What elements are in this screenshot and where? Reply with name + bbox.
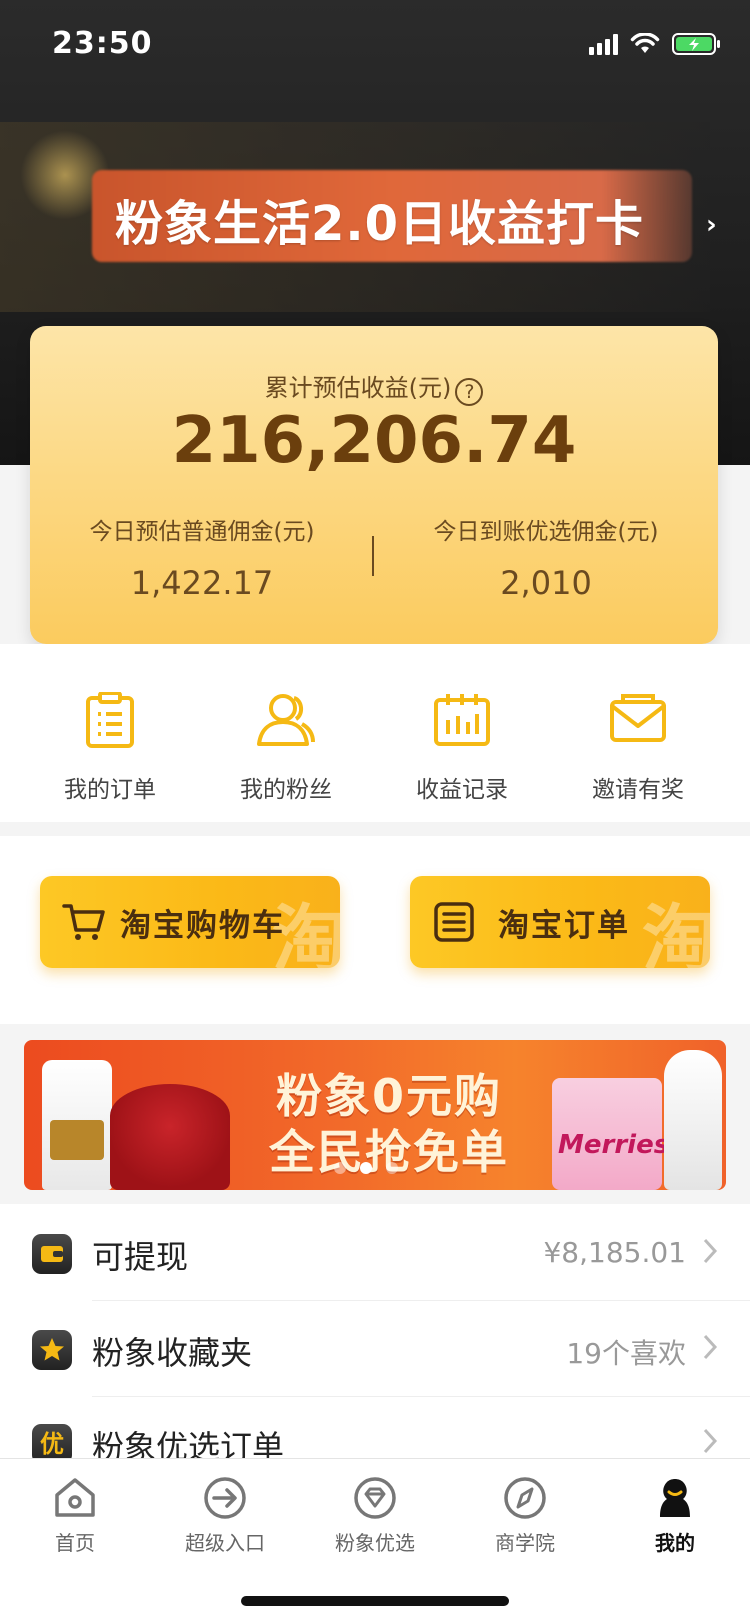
total-earnings-value: 216,206.74 xyxy=(171,404,577,478)
you-badge-text: 优 xyxy=(40,1430,64,1458)
today-selected-commission: 今日到账优选佣金(元) 2,010 xyxy=(374,512,718,602)
list-item-title: 粉象优选订单 xyxy=(92,1428,285,1458)
carousel-dot[interactable] xyxy=(334,1162,346,1174)
tab-label: 超级入口 xyxy=(185,1531,265,1555)
clipboard-icon xyxy=(86,692,134,748)
quick-label: 我的粉丝 xyxy=(240,777,332,803)
tab-home[interactable]: 首页 xyxy=(0,1475,150,1556)
chevron-right-icon xyxy=(703,1428,718,1454)
quick-invite-reward[interactable]: 邀请有奖 xyxy=(544,692,732,804)
fans-icon xyxy=(257,694,315,746)
diamond-icon xyxy=(354,1477,396,1519)
taobao-section: 淘 淘宝购物车 淘 淘宝订单 xyxy=(0,836,750,1024)
tab-label: 我的 xyxy=(655,1531,695,1555)
calendar-chart-icon xyxy=(434,694,490,746)
product-spray-image xyxy=(664,1050,722,1190)
compass-icon xyxy=(504,1477,546,1519)
enter-arrow-icon xyxy=(204,1477,246,1519)
today-selected-value: 2,010 xyxy=(500,564,592,602)
cart-icon xyxy=(62,900,106,948)
status-icons xyxy=(589,32,722,56)
list-item-value: 19个喜欢 xyxy=(566,1337,686,1370)
envelope-icon xyxy=(610,694,666,742)
battery-icon xyxy=(672,32,722,56)
wallet-icon xyxy=(32,1234,72,1274)
chevron-right-icon[interactable]: › xyxy=(706,210,717,240)
carousel-dot[interactable] xyxy=(386,1162,398,1174)
tab-label: 首页 xyxy=(55,1531,95,1555)
quick-label: 我的订单 xyxy=(64,777,156,803)
quick-actions: 我的订单 我的粉丝 收益记录 邀请有奖 xyxy=(0,644,750,822)
today-common-value: 1,422.17 xyxy=(130,564,274,602)
home-icon xyxy=(55,1478,95,1517)
quick-earnings-record[interactable]: 收益记录 xyxy=(368,692,556,804)
list-item-value: ¥8,185.01 xyxy=(543,1236,686,1269)
status-time: 23:50 xyxy=(52,26,153,61)
taobao-orders-button[interactable]: 淘 淘宝订单 xyxy=(410,876,710,968)
tab-fenxiang-selected[interactable]: 粉象优选 xyxy=(300,1475,450,1556)
product-bottle-image xyxy=(42,1060,112,1190)
list-item-favorites[interactable]: 粉象收藏夹 19个喜欢 xyxy=(0,1300,750,1396)
profile-icon xyxy=(660,1479,690,1517)
status-bar: 23:50 xyxy=(0,0,750,90)
list-item-withdrawable[interactable]: 可提现 ¥8,185.01 xyxy=(0,1204,750,1300)
wifi-icon xyxy=(630,33,660,55)
quick-my-orders[interactable]: 我的订单 xyxy=(16,692,204,804)
chevron-right-icon xyxy=(703,1238,718,1264)
list-item-title: 粉象收藏夹 xyxy=(92,1334,253,1372)
today-common-commission: 今日预估普通佣金(元) 1,422.17 xyxy=(30,512,374,602)
carousel-indicator[interactable] xyxy=(334,1162,398,1174)
tab-business-school[interactable]: 商学院 xyxy=(450,1475,600,1556)
today-selected-label: 今日到账优选佣金(元) xyxy=(433,519,659,545)
carousel-dot-active[interactable] xyxy=(360,1162,372,1174)
you-badge-icon: 优 xyxy=(32,1424,72,1458)
earnings-card[interactable]: 累计预估收益(元)? 216,206.74 今日预估普通佣金(元) 1,422.… xyxy=(30,326,718,644)
signal-icon xyxy=(589,33,618,55)
account-list: 可提现 ¥8,185.01 粉象收藏夹 19个喜欢 优 粉象优选订单 xyxy=(0,1204,750,1458)
taobao-watermark: 淘 xyxy=(642,897,710,968)
star-icon xyxy=(32,1330,72,1370)
promo-section: 粉象0元购 全民抢免单 Merries xyxy=(0,1024,750,1204)
home-indicator[interactable] xyxy=(241,1596,509,1606)
quick-label: 收益记录 xyxy=(416,777,508,803)
today-common-label: 今日预估普通佣金(元) xyxy=(89,519,315,545)
quick-label: 邀请有奖 xyxy=(592,777,684,803)
tab-super-entry[interactable]: 超级入口 xyxy=(150,1475,300,1556)
diaper-brand: Merries xyxy=(558,1130,670,1160)
list-item-selected-orders[interactable]: 优 粉象优选订单 xyxy=(0,1394,750,1458)
total-earnings-label: 累计预估收益(元)? xyxy=(30,368,718,406)
product-candy-tub-image xyxy=(110,1084,230,1190)
tab-label: 商学院 xyxy=(495,1531,555,1555)
quick-my-fans[interactable]: 我的粉丝 xyxy=(192,692,380,804)
banner-title[interactable]: 粉象生活2.0日收益打卡 xyxy=(115,184,675,254)
help-icon[interactable]: ? xyxy=(455,378,484,406)
taobao-cart-button[interactable]: 淘 淘宝购物车 xyxy=(40,876,340,968)
list-item-title: 可提现 xyxy=(92,1238,189,1276)
total-earnings-label-text: 累计预估收益(元) xyxy=(264,374,452,402)
chevron-right-icon xyxy=(703,1334,718,1360)
tab-label: 粉象优选 xyxy=(335,1531,415,1555)
promo-banner[interactable]: 粉象0元购 全民抢免单 Merries xyxy=(24,1040,726,1190)
tab-mine[interactable]: 我的 xyxy=(600,1475,750,1556)
taobao-orders-label: 淘宝订单 xyxy=(498,908,630,944)
list-doc-icon xyxy=(432,900,476,948)
taobao-cart-label: 淘宝购物车 xyxy=(120,908,285,944)
product-diaper-image: Merries xyxy=(552,1078,669,1190)
